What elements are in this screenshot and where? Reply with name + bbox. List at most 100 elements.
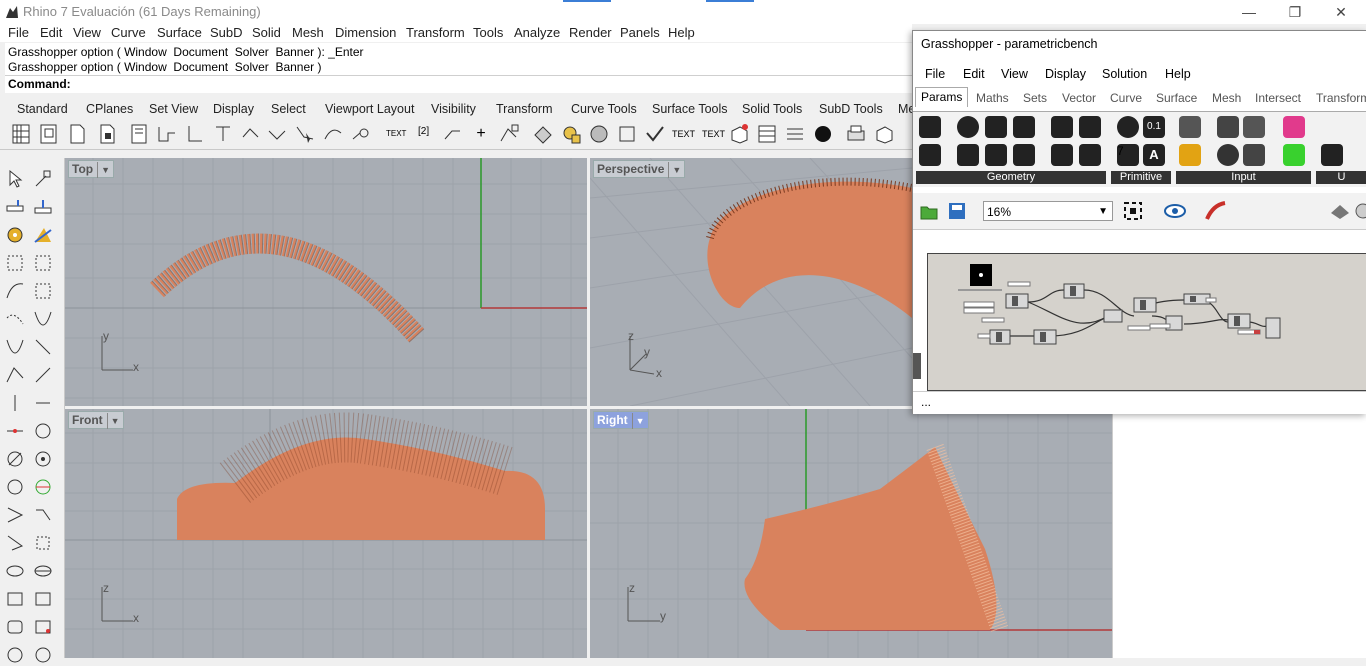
box-icon[interactable] <box>728 123 750 145</box>
menu-panels[interactable]: Panels <box>620 25 660 40</box>
command-input[interactable] <box>75 77 875 91</box>
rectangle-3pt-icon[interactable] <box>32 532 54 554</box>
surface-icon[interactable] <box>532 123 554 145</box>
dimension-icon[interactable] <box>212 123 234 145</box>
gh-tab-maths[interactable]: Maths <box>976 91 1009 105</box>
viewport-perspective[interactable]: Perspective ▼ z y x <box>590 158 912 406</box>
bench-perspective-view[interactable] <box>707 181 912 318</box>
rectangle-icon[interactable] <box>4 532 26 554</box>
gh-tab-vector[interactable]: Vector <box>1062 91 1096 105</box>
line-param-icon[interactable] <box>985 144 1007 166</box>
geometry-param-icon[interactable] <box>1079 116 1101 138</box>
freeform-icon[interactable] <box>4 336 26 358</box>
slider-icon[interactable] <box>1243 116 1265 138</box>
ellipse-icon[interactable] <box>32 476 54 498</box>
curve-icon[interactable] <box>266 123 288 145</box>
rect-corner-icon[interactable] <box>32 588 54 610</box>
cplane-origin-icon[interactable] <box>32 196 54 218</box>
save-file-icon[interactable] <box>947 201 967 221</box>
point-param-icon[interactable] <box>1079 144 1101 166</box>
cherry-icon[interactable] <box>1321 116 1343 138</box>
gh-menu-display[interactable]: Display <box>1045 67 1086 81</box>
viewport-top[interactable]: Top ▼ y x <box>65 158 587 406</box>
ellipse-tool-icon[interactable] <box>4 560 26 582</box>
viewport-tab-front[interactable]: Front ▼ <box>68 411 124 429</box>
points-icon[interactable] <box>32 252 54 274</box>
viewport-front[interactable]: Front ▼ z x <box>65 409 587 658</box>
menu-edit[interactable]: Edit <box>40 25 62 40</box>
polyline-icon[interactable] <box>32 280 54 302</box>
group-util[interactable]: U <box>1316 171 1366 184</box>
integer-param-icon[interactable]: 7 <box>1117 144 1139 166</box>
gear-icon[interactable] <box>4 224 26 246</box>
select-points-icon[interactable] <box>32 168 54 190</box>
circle-icon[interactable] <box>4 448 26 470</box>
tree-icon[interactable] <box>1321 144 1343 166</box>
cplane-icon[interactable] <box>4 196 26 218</box>
command-line[interactable]: Command: <box>5 75 912 92</box>
plane-param-icon[interactable] <box>1051 144 1073 166</box>
table-icon[interactable] <box>756 123 778 145</box>
control-point-curve-icon[interactable] <box>32 336 54 358</box>
menu-surface[interactable]: Surface <box>157 25 202 40</box>
tab-solid-tools[interactable]: Solid Tools <box>742 102 802 116</box>
circle-diameter-icon[interactable] <box>32 448 54 470</box>
viewport-tab-right[interactable]: Right ▼ <box>593 411 649 429</box>
arc-icon[interactable] <box>322 123 344 145</box>
move-icon[interactable] <box>616 123 638 145</box>
menu-file[interactable]: File <box>8 25 29 40</box>
curve-icon[interactable] <box>4 308 26 330</box>
text-object-icon[interactable]: TEXT <box>702 123 725 145</box>
hatch-icon[interactable] <box>498 123 520 145</box>
menu-transform[interactable]: Transform <box>406 25 465 40</box>
viewport-tab-perspective[interactable]: Perspective ▼ <box>593 160 686 178</box>
menu-render[interactable]: Render <box>569 25 612 40</box>
line-icon[interactable] <box>4 280 26 302</box>
polyline-tool-icon[interactable] <box>4 364 26 386</box>
gh-menu-solution[interactable]: Solution <box>1102 67 1147 81</box>
arc-tool-icon[interactable] <box>4 504 26 526</box>
group-geometry[interactable]: Geometry <box>916 171 1106 184</box>
tab-transform[interactable]: Transform <box>496 102 553 116</box>
mesh-param-icon[interactable] <box>1013 144 1035 166</box>
box-param-icon[interactable] <box>957 144 979 166</box>
new-icon[interactable] <box>10 123 32 145</box>
open-icon[interactable] <box>66 123 88 145</box>
tab-subd-tools[interactable]: SubD Tools <box>819 102 883 116</box>
gh-tab-mesh[interactable]: Mesh <box>1212 91 1241 105</box>
interp-curve-icon[interactable] <box>32 308 54 330</box>
point-on-curve-icon[interactable] <box>4 420 26 442</box>
select-curve-icon[interactable] <box>294 123 316 145</box>
more-tools-icon[interactable] <box>32 644 54 666</box>
group-primitive[interactable]: Primitive <box>1111 171 1171 184</box>
more-tools-icon[interactable] <box>4 644 26 666</box>
viewport-right[interactable]: Right ▼ z y <box>590 409 1112 658</box>
menu-curve[interactable]: Curve <box>111 25 146 40</box>
preview-eye-icon[interactable] <box>1163 201 1187 221</box>
bench-front-view[interactable] <box>177 437 545 540</box>
new-document-icon[interactable] <box>38 123 60 145</box>
grasshopper-canvas[interactable] <box>927 253 1366 391</box>
select-icon[interactable] <box>4 168 26 190</box>
save-icon[interactable] <box>96 123 118 145</box>
dimension-value-icon[interactable]: [2] <box>418 123 440 145</box>
menu-subd[interactable]: SubD <box>210 25 243 40</box>
gh-tab-surface[interactable]: Surface <box>1156 91 1197 105</box>
polyline-icon[interactable] <box>156 123 178 145</box>
leader-icon[interactable] <box>442 123 464 145</box>
panel-icon[interactable] <box>1243 144 1265 166</box>
arc-icon[interactable] <box>4 476 26 498</box>
sketch-icon[interactable] <box>1205 201 1227 221</box>
layers-icon[interactable] <box>784 123 806 145</box>
param-icon[interactable] <box>919 144 941 166</box>
circle-center-icon[interactable] <box>32 420 54 442</box>
gh-menu-view[interactable]: View <box>1001 67 1028 81</box>
mesh-icon[interactable] <box>588 123 610 145</box>
point-icon[interactable] <box>4 252 26 274</box>
tab-display[interactable]: Display <box>213 102 254 116</box>
layer-icon[interactable] <box>560 123 582 145</box>
menu-mesh[interactable]: Mesh <box>292 25 324 40</box>
zoom-select[interactable]: 16% ▼ <box>983 201 1113 221</box>
zoom-extents-icon[interactable] <box>1123 201 1147 221</box>
line-pair-icon[interactable] <box>32 392 54 414</box>
